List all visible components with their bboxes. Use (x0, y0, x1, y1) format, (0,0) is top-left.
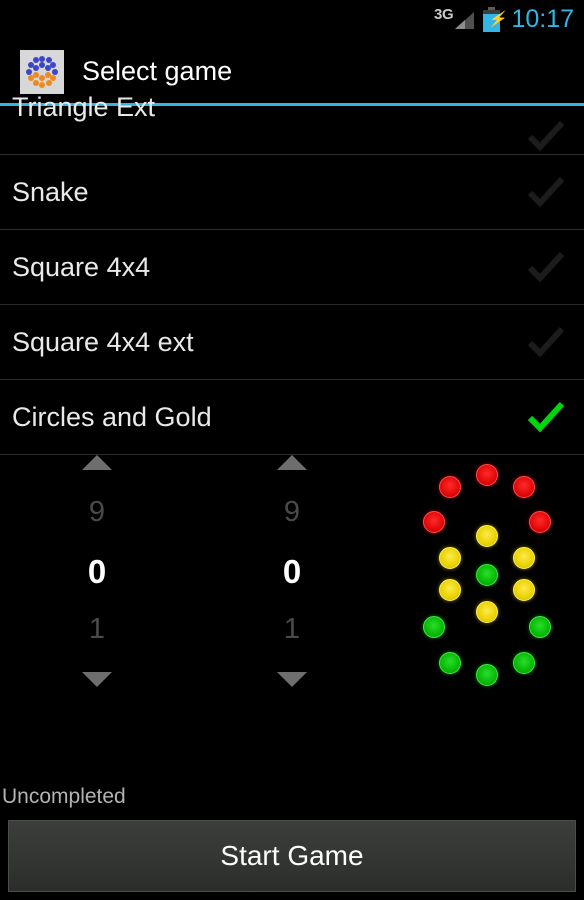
board-dot-green (529, 616, 551, 638)
game-list-item[interactable]: Square 4x4 (0, 230, 584, 305)
uncompleted-check-icon (526, 250, 566, 284)
board-dot-green (513, 652, 535, 674)
game-list-item-label: Circles and Gold (12, 401, 212, 432)
picker-value-below: 1 (88, 613, 106, 646)
game-list-item[interactable]: Circles and Gold (0, 380, 584, 455)
game-list-item-label: Snake (12, 176, 89, 207)
signal-bars-icon (454, 11, 475, 31)
board-dot-green (423, 616, 445, 638)
app-logo-icon (20, 49, 64, 94)
picker-value-selected[interactable]: 0 (283, 555, 301, 588)
board-dot-yellow (476, 601, 498, 623)
board-dot-red (513, 476, 535, 498)
start-game-button[interactable]: Start Game (8, 820, 576, 892)
game-list: Triangle Ext Snake Square 4x4 Square 4x4 ex… (0, 92, 584, 455)
chevron-up-icon[interactable] (277, 455, 307, 470)
game-preview-board (398, 455, 578, 695)
chevron-up-icon[interactable] (82, 455, 112, 470)
network-indicator: 3G (434, 6, 475, 31)
chevron-down-icon[interactable] (277, 672, 307, 687)
board-dot-red (529, 511, 551, 533)
board-dot-green (476, 564, 498, 586)
picker-value-above: 9 (283, 495, 301, 528)
page-title: Select game (82, 56, 233, 86)
status-bar: 3G ⚡ 10:17 (0, 0, 584, 38)
board-dot-red (423, 511, 445, 533)
status-bar-clock: 10:17 (511, 4, 574, 33)
game-list-item[interactable]: Triangle Ext (0, 92, 584, 155)
game-list-item-label: Square 4x4 (12, 251, 151, 282)
board-dot-green (476, 664, 498, 686)
rows-picker[interactable]: 9 0 1 (52, 455, 142, 687)
board-dot-red (476, 464, 498, 486)
network-type-label: 3G (434, 6, 454, 23)
board-dot-red (439, 476, 461, 498)
board-dot-yellow (439, 547, 461, 569)
chevron-down-icon[interactable] (82, 672, 112, 687)
picker-value-selected[interactable]: 0 (88, 555, 106, 588)
board-dot-yellow (513, 547, 535, 569)
columns-picker[interactable]: 9 0 1 (247, 455, 337, 687)
picker-value-above: 9 (88, 495, 106, 528)
completed-check-icon (526, 400, 566, 434)
game-list-item[interactable]: Square 4x4 ext (0, 305, 584, 380)
board-dot-yellow (439, 579, 461, 601)
uncompleted-check-icon (526, 325, 566, 359)
game-list-item-label: Square 4x4 ext (12, 326, 194, 357)
completion-status-label: Uncompleted (2, 785, 126, 808)
picker-value-below: 1 (283, 613, 301, 646)
board-dot-green (439, 652, 461, 674)
uncompleted-check-icon (526, 175, 566, 209)
game-detail-panel: 9 0 1 9 0 1 (0, 455, 584, 695)
uncompleted-check-icon (526, 119, 566, 153)
battery-charging-icon: ⚡ (483, 6, 506, 32)
board-dot-yellow (476, 525, 498, 547)
board-dot-yellow (513, 579, 535, 601)
game-list-item-label: Triangle Ext (12, 92, 156, 122)
game-list-item[interactable]: Snake (0, 155, 584, 230)
